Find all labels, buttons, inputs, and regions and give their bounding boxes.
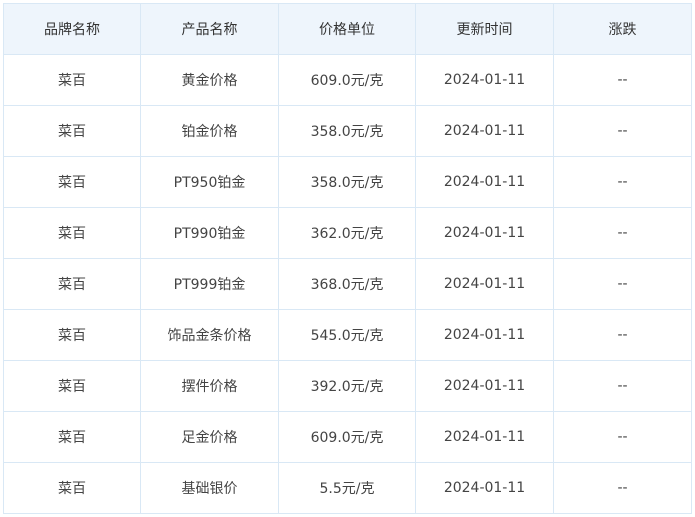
cell-date: 2024-01-11: [415, 54, 554, 106]
table-row: 菜百 黄金价格 609.0元/克 2024-01-11 --: [3, 54, 692, 106]
cell-price: 392.0元/克: [278, 360, 416, 412]
price-table: 品牌名称 产品名称 价格单位 更新时间 涨跌 菜百 黄金价格 609.0元/克 …: [3, 3, 692, 514]
cell-brand: 菜百: [3, 462, 141, 514]
cell-date: 2024-01-11: [415, 105, 554, 157]
cell-change: --: [553, 360, 692, 412]
table-row: 菜百 摆件价格 392.0元/克 2024-01-11 --: [3, 360, 692, 412]
cell-date: 2024-01-11: [415, 207, 554, 259]
table-row: 菜百 PT990铂金 362.0元/克 2024-01-11 --: [3, 207, 692, 259]
cell-price: 362.0元/克: [278, 207, 416, 259]
cell-price: 5.5元/克: [278, 462, 416, 514]
cell-product: 铂金价格: [140, 105, 279, 157]
cell-price: 358.0元/克: [278, 105, 416, 157]
cell-product: PT990铂金: [140, 207, 279, 259]
cell-date: 2024-01-11: [415, 360, 554, 412]
header-brand: 品牌名称: [3, 3, 141, 55]
cell-brand: 菜百: [3, 54, 141, 106]
cell-price: 368.0元/克: [278, 258, 416, 310]
header-change: 涨跌: [553, 3, 692, 55]
cell-product: 基础银价: [140, 462, 279, 514]
cell-change: --: [553, 411, 692, 463]
cell-brand: 菜百: [3, 156, 141, 208]
cell-change: --: [553, 309, 692, 361]
cell-change: --: [553, 258, 692, 310]
header-row: 品牌名称 产品名称 价格单位 更新时间 涨跌: [3, 3, 692, 55]
table-header: 品牌名称 产品名称 价格单位 更新时间 涨跌: [3, 3, 692, 55]
cell-product: PT950铂金: [140, 156, 279, 208]
cell-brand: 菜百: [3, 309, 141, 361]
cell-change: --: [553, 54, 692, 106]
cell-date: 2024-01-11: [415, 156, 554, 208]
cell-change: --: [553, 105, 692, 157]
header-update-time: 更新时间: [415, 3, 554, 55]
table-row: 菜百 PT950铂金 358.0元/克 2024-01-11 --: [3, 156, 692, 208]
table-row: 菜百 PT999铂金 368.0元/克 2024-01-11 --: [3, 258, 692, 310]
table-row: 菜百 饰品金条价格 545.0元/克 2024-01-11 --: [3, 309, 692, 361]
cell-brand: 菜百: [3, 207, 141, 259]
cell-brand: 菜百: [3, 105, 141, 157]
cell-product: 饰品金条价格: [140, 309, 279, 361]
cell-date: 2024-01-11: [415, 411, 554, 463]
cell-price: 609.0元/克: [278, 54, 416, 106]
cell-price: 358.0元/克: [278, 156, 416, 208]
cell-brand: 菜百: [3, 360, 141, 412]
cell-date: 2024-01-11: [415, 258, 554, 310]
table-body: 菜百 黄金价格 609.0元/克 2024-01-11 -- 菜百 铂金价格 3…: [3, 54, 692, 514]
cell-product: 摆件价格: [140, 360, 279, 412]
cell-product: 足金价格: [140, 411, 279, 463]
cell-brand: 菜百: [3, 411, 141, 463]
table-row: 菜百 基础银价 5.5元/克 2024-01-11 --: [3, 462, 692, 514]
cell-date: 2024-01-11: [415, 309, 554, 361]
cell-change: --: [553, 156, 692, 208]
cell-price: 545.0元/克: [278, 309, 416, 361]
table-row: 菜百 足金价格 609.0元/克 2024-01-11 --: [3, 411, 692, 463]
table-row: 菜百 铂金价格 358.0元/克 2024-01-11 --: [3, 105, 692, 157]
header-price-unit: 价格单位: [278, 3, 416, 55]
cell-brand: 菜百: [3, 258, 141, 310]
cell-change: --: [553, 462, 692, 514]
cell-product: PT999铂金: [140, 258, 279, 310]
header-product: 产品名称: [140, 3, 279, 55]
cell-product: 黄金价格: [140, 54, 279, 106]
cell-date: 2024-01-11: [415, 462, 554, 514]
cell-price: 609.0元/克: [278, 411, 416, 463]
cell-change: --: [553, 207, 692, 259]
